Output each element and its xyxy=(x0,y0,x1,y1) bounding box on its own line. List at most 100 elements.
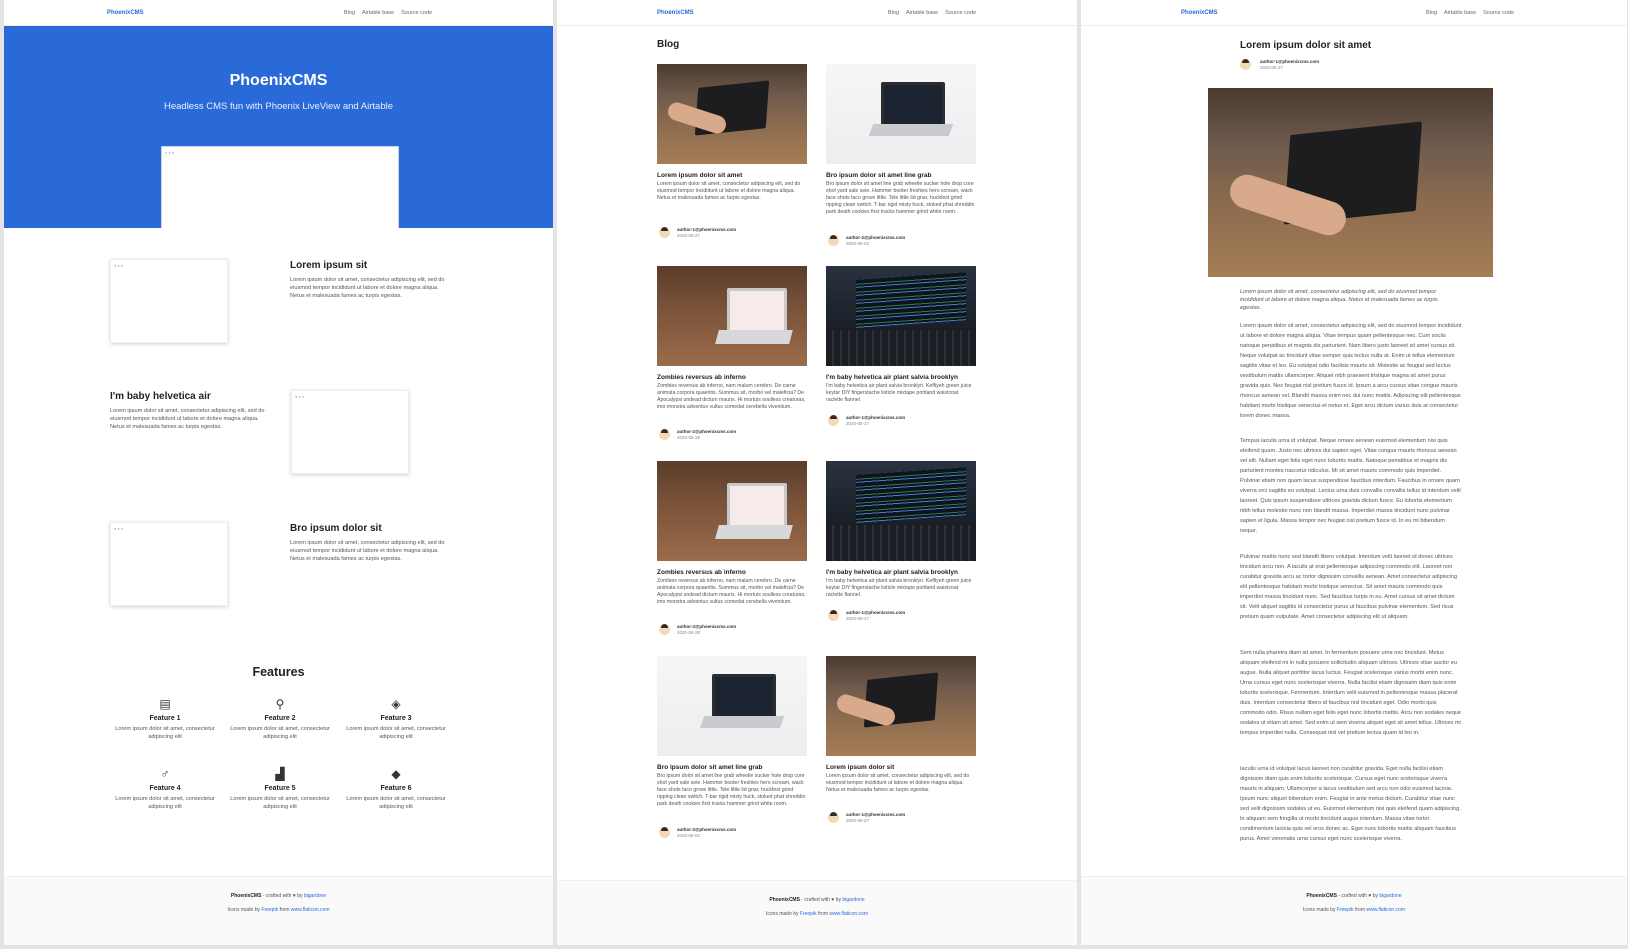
brand-link[interactable]: PhoenixCMS xyxy=(657,10,694,16)
post-excerpt: I'm baby helvetica air plant salvia broo… xyxy=(826,383,972,403)
feature-5: ▟ Feature 5 Lorem ipsum dolor sit amet, co… xyxy=(225,767,335,811)
nav-link-source[interactable]: Source code xyxy=(401,10,432,16)
nav-link-source[interactable]: Source code xyxy=(1483,10,1514,16)
brand-link[interactable]: PhoenixCMS xyxy=(1181,10,1218,16)
post-card[interactable]: I'm baby helvetica air plant salvia broo… xyxy=(826,266,976,431)
nav-link-airtable[interactable]: Airtable base xyxy=(906,10,938,16)
nav-link-source[interactable]: Source code xyxy=(945,10,976,16)
author-email: author-2@phoenixcms.com xyxy=(677,624,737,629)
blog-title: Blog xyxy=(657,39,680,50)
blog-page: PhoenixCMS Blog Airtable base Source code … xyxy=(557,0,1077,945)
footer-brand: PhoenixCMS xyxy=(230,893,262,899)
bicycle-icon: ⚲ xyxy=(275,697,285,711)
post-excerpt: Zombies reversus ab inferno, nam malum c… xyxy=(657,578,806,605)
post-card[interactable]: Zombies reversus ab inferno Zombies rever… xyxy=(657,461,807,640)
navbar: PhoenixCMS Blog Airtable base Source code xyxy=(1081,0,1627,26)
post-image[interactable] xyxy=(826,461,976,561)
section-title: Lorem ipsum sit xyxy=(290,260,368,271)
tag-icon: ◆ xyxy=(391,767,401,781)
footer-freepik-link[interactable]: Freepik xyxy=(800,911,817,917)
window-dots-icon: ●●● xyxy=(165,150,176,155)
scooter-icon: ♂ xyxy=(160,767,170,781)
section-body: Lorem ipsum dolor sit amet, consectetur … xyxy=(290,277,445,299)
post-image[interactable] xyxy=(657,461,807,561)
footer-flaticon-link[interactable]: www.flaticon.com xyxy=(829,911,868,917)
feature-name: Feature 4 xyxy=(149,785,181,792)
avatar xyxy=(828,812,839,823)
post-title[interactable]: Lorem ipsum dolor sit xyxy=(826,764,976,771)
post-author: author-2@phoenixcms.com 2020-06-02 xyxy=(657,827,807,843)
feature-name: Feature 1 xyxy=(149,715,181,722)
section-body: Lorem ipsum dolor sit amet, consectetur … xyxy=(290,540,445,562)
nav-link-blog[interactable]: Blog xyxy=(888,10,899,16)
post-author: author-1@phoenixcms.com 2020-06-17 xyxy=(826,610,976,626)
avatar xyxy=(659,827,670,838)
sneaker-icon: ▟ xyxy=(275,767,285,781)
post-title[interactable]: Bro ipsum dolor sit amet line grab xyxy=(657,764,807,771)
section-title: Bro ipsum dolor sit xyxy=(290,523,382,534)
article-paragraph: Sem nulla pharetra diam sit amet. In fer… xyxy=(1240,650,1462,736)
feature-desc: Lorem ipsum dolor sit amet, consectetur … xyxy=(230,796,330,810)
nav-link-blog[interactable]: Blog xyxy=(344,10,355,16)
footer-author-link[interactable]: bigardone xyxy=(1379,893,1401,899)
section-screenshot: ●●● xyxy=(291,390,409,474)
article-paragraph: Lorem ipsum dolor sit amet, consectetur … xyxy=(1240,323,1462,419)
nav-link-airtable[interactable]: Airtable base xyxy=(362,10,394,16)
post-title[interactable]: Lorem ipsum dolor sit amet xyxy=(657,172,807,179)
post-image[interactable] xyxy=(657,656,807,756)
footer-from: from xyxy=(1353,907,1367,913)
post-author: author-2@phoenixcms.com 2020-06-02 xyxy=(826,235,976,251)
nav-link-airtable[interactable]: Airtable base xyxy=(1444,10,1476,16)
post-author: author-1@phoenixcms.com 2020-06-27 xyxy=(826,812,976,828)
post-card[interactable]: Lorem ipsum dolor sit Lorem ipsum dolor s… xyxy=(826,656,976,828)
post-card[interactable]: I'm baby helvetica air plant salvia broo… xyxy=(826,461,976,626)
footer-flaticon-link[interactable]: www.flaticon.com xyxy=(291,907,330,913)
avatar xyxy=(828,610,839,621)
footer-freepik-link[interactable]: Freepik xyxy=(261,907,278,913)
post-date: 2020-06-02 xyxy=(677,833,701,838)
diamond-icon: ◈ xyxy=(391,697,401,711)
feature-1: ▤ Feature 1 Lorem ipsum dolor sit amet, co… xyxy=(110,697,220,741)
post-excerpt: I'm baby helvetica air plant salvia broo… xyxy=(826,578,972,598)
post-excerpt: Bro ipsum dolor sit amet line grab wheel… xyxy=(826,181,975,215)
post-card[interactable]: Zombies reversus ab inferno Zombies rever… xyxy=(657,266,807,445)
article-lead: Lorem ipsum dolor sit amet, consectetur … xyxy=(1240,289,1438,311)
post-title[interactable]: Bro ipsum dolor sit amet line grab xyxy=(826,172,976,179)
post-image[interactable] xyxy=(826,266,976,366)
section-title: I'm baby helvetica air xyxy=(110,391,211,402)
post-title[interactable]: Zombies reversus ab inferno xyxy=(657,569,807,576)
post-title[interactable]: I'm baby helvetica air plant salvia broo… xyxy=(826,569,976,576)
post-card[interactable]: Lorem ipsum dolor sit amet Lorem ipsum do… xyxy=(657,64,807,243)
article-page: PhoenixCMS Blog Airtable base Source code … xyxy=(1081,0,1627,945)
nav-link-blog[interactable]: Blog xyxy=(1426,10,1437,16)
section-screenshot: ●●● xyxy=(110,259,228,343)
footer: PhoenixCMS - crafted with ♥ by bigardone… xyxy=(4,876,553,945)
hero: PhoenixCMS Headless CMS fun with Phoenix… xyxy=(4,26,553,228)
brand-link[interactable]: PhoenixCMS xyxy=(107,10,144,16)
post-image[interactable] xyxy=(657,64,807,164)
footer-author-link[interactable]: bigardone xyxy=(842,897,864,903)
post-image[interactable] xyxy=(826,64,976,164)
article-paragraph: Tempus iaculis urna id volutpat. Neque o… xyxy=(1240,438,1461,534)
footer-flaticon-link[interactable]: www.flaticon.com xyxy=(1366,907,1405,913)
post-card[interactable]: Bro ipsum dolor sit amet line grab Bro ip… xyxy=(826,64,976,251)
footer-freepik-link[interactable]: Freepik xyxy=(1337,907,1354,913)
hero-screenshot: ●●● xyxy=(161,146,399,228)
footer: PhoenixCMS - crafted with ♥ by bigardone… xyxy=(1081,876,1627,945)
post-card[interactable]: Bro ipsum dolor sit amet line grab Bro ip… xyxy=(657,656,807,843)
footer-icons-prefix: Icons made by xyxy=(766,911,800,917)
footer: PhoenixCMS - crafted with ♥ by bigardone… xyxy=(557,880,1077,945)
feature-desc: Lorem ipsum dolor sit amet, consectetur … xyxy=(230,726,330,740)
post-author: author-2@phoenixcms.com 2020-06-28 xyxy=(657,624,807,640)
post-date: 2020-06-28 xyxy=(677,435,701,440)
post-title[interactable]: I'm baby helvetica air plant salvia broo… xyxy=(826,374,976,381)
post-excerpt: Bro ipsum dolor sit amet line grab wheel… xyxy=(657,773,806,807)
post-title[interactable]: Zombies reversus ab inferno xyxy=(657,374,807,381)
nav-links: Blog Airtable base Source code xyxy=(337,10,432,16)
feature-3: ◈ Feature 3 Lorem ipsum dolor sit amet, co… xyxy=(341,697,451,741)
feature-2: ⚲ Feature 2 Lorem ipsum dolor sit amet, co… xyxy=(225,697,335,741)
footer-crafted: - crafted with ♥ by xyxy=(799,897,843,903)
post-image[interactable] xyxy=(657,266,807,366)
post-image[interactable] xyxy=(826,656,976,756)
footer-author-link[interactable]: bigardone xyxy=(304,893,326,899)
